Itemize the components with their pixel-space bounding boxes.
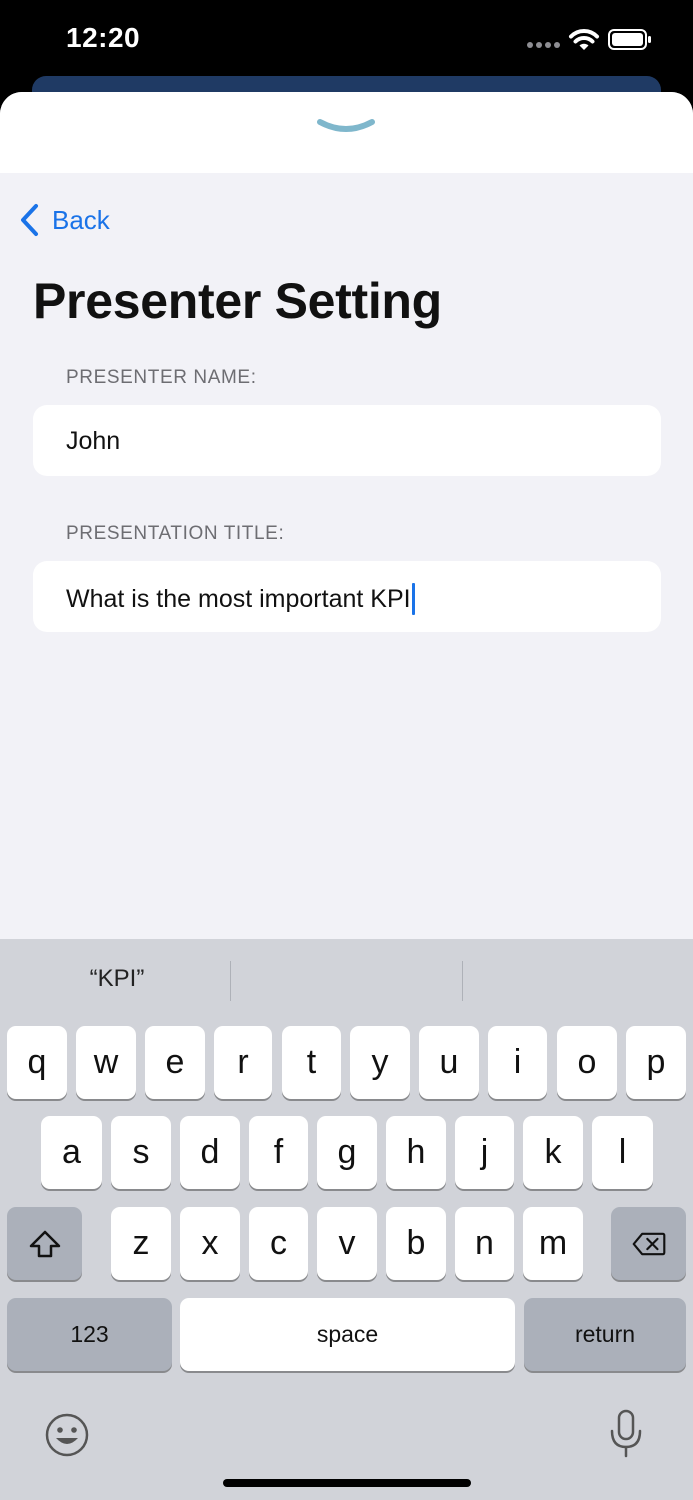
key-a[interactable]: a <box>41 1116 102 1189</box>
key-b[interactable]: b <box>386 1207 446 1280</box>
key-f[interactable]: f <box>249 1116 308 1189</box>
wifi-icon <box>569 29 599 50</box>
key-n[interactable]: n <box>455 1207 514 1280</box>
key-i[interactable]: i <box>488 1026 547 1099</box>
key-e[interactable]: e <box>145 1026 205 1099</box>
presenter-name-field[interactable]: John <box>33 405 661 476</box>
presentation-title-value: What is the most important KPI <box>66 584 411 613</box>
status-time: 12:20 <box>66 22 141 53</box>
back-label: Back <box>52 204 110 235</box>
key-q[interactable]: q <box>7 1026 67 1099</box>
shift-icon <box>29 1230 60 1257</box>
key-d[interactable]: d <box>180 1116 240 1189</box>
key-p[interactable]: p <box>626 1026 686 1099</box>
home-indicator <box>223 1479 471 1487</box>
presentation-title-label: PRESENTATION TITLE: <box>66 523 285 544</box>
key-t[interactable]: t <box>282 1026 341 1099</box>
key-u[interactable]: u <box>419 1026 479 1099</box>
space-key[interactable]: space <box>180 1298 515 1371</box>
text-cursor <box>411 583 415 615</box>
return-key[interactable]: return <box>524 1298 686 1371</box>
key-r[interactable]: r <box>214 1026 272 1099</box>
delete-icon <box>632 1232 665 1255</box>
suggestion-1[interactable]: “KPI” <box>2 965 232 993</box>
sheet-header <box>0 92 693 173</box>
key-k[interactable]: k <box>523 1116 583 1189</box>
screen: 12:20 Back Presenter Setting PRESENTER N… <box>0 0 693 1500</box>
status-bar: 12:20 <box>0 0 693 80</box>
suggestion-divider <box>230 961 231 1001</box>
cellular-signal-icon <box>527 42 561 50</box>
key-g[interactable]: g <box>317 1116 377 1189</box>
suggestion-divider <box>462 961 463 1001</box>
presenter-name-label: PRESENTER NAME: <box>66 367 257 388</box>
key-w[interactable]: w <box>76 1026 136 1099</box>
key-o[interactable]: o <box>557 1026 617 1099</box>
emoji-icon[interactable] <box>44 1412 90 1458</box>
key-v[interactable]: v <box>317 1207 377 1280</box>
keyboard: “KPI” q w e r t y u i o p a s d f g h j … <box>0 939 693 1500</box>
key-x[interactable]: x <box>180 1207 240 1280</box>
page-title: Presenter Setting <box>33 273 442 329</box>
key-l[interactable]: l <box>592 1116 653 1189</box>
presenter-name-value: John <box>66 427 121 455</box>
key-y[interactable]: y <box>350 1026 410 1099</box>
key-c[interactable]: c <box>249 1207 308 1280</box>
key-j[interactable]: j <box>455 1116 514 1189</box>
key-h[interactable]: h <box>386 1116 446 1189</box>
presentation-title-field[interactable]: What is the most important KPI <box>33 561 661 632</box>
delete-key[interactable] <box>611 1207 686 1280</box>
battery-icon <box>608 29 651 50</box>
numbers-key[interactable]: 123 <box>7 1298 172 1371</box>
back-button[interactable]: Back <box>18 202 110 238</box>
key-z[interactable]: z <box>111 1207 171 1280</box>
mic-icon[interactable] <box>608 1409 644 1459</box>
chevron-left-icon <box>21 204 38 236</box>
chevron-down-icon[interactable] <box>316 116 376 136</box>
suggestion-bar: “KPI” <box>0 939 693 1023</box>
key-m[interactable]: m <box>523 1207 583 1280</box>
shift-key[interactable] <box>7 1207 82 1280</box>
key-s[interactable]: s <box>111 1116 171 1189</box>
